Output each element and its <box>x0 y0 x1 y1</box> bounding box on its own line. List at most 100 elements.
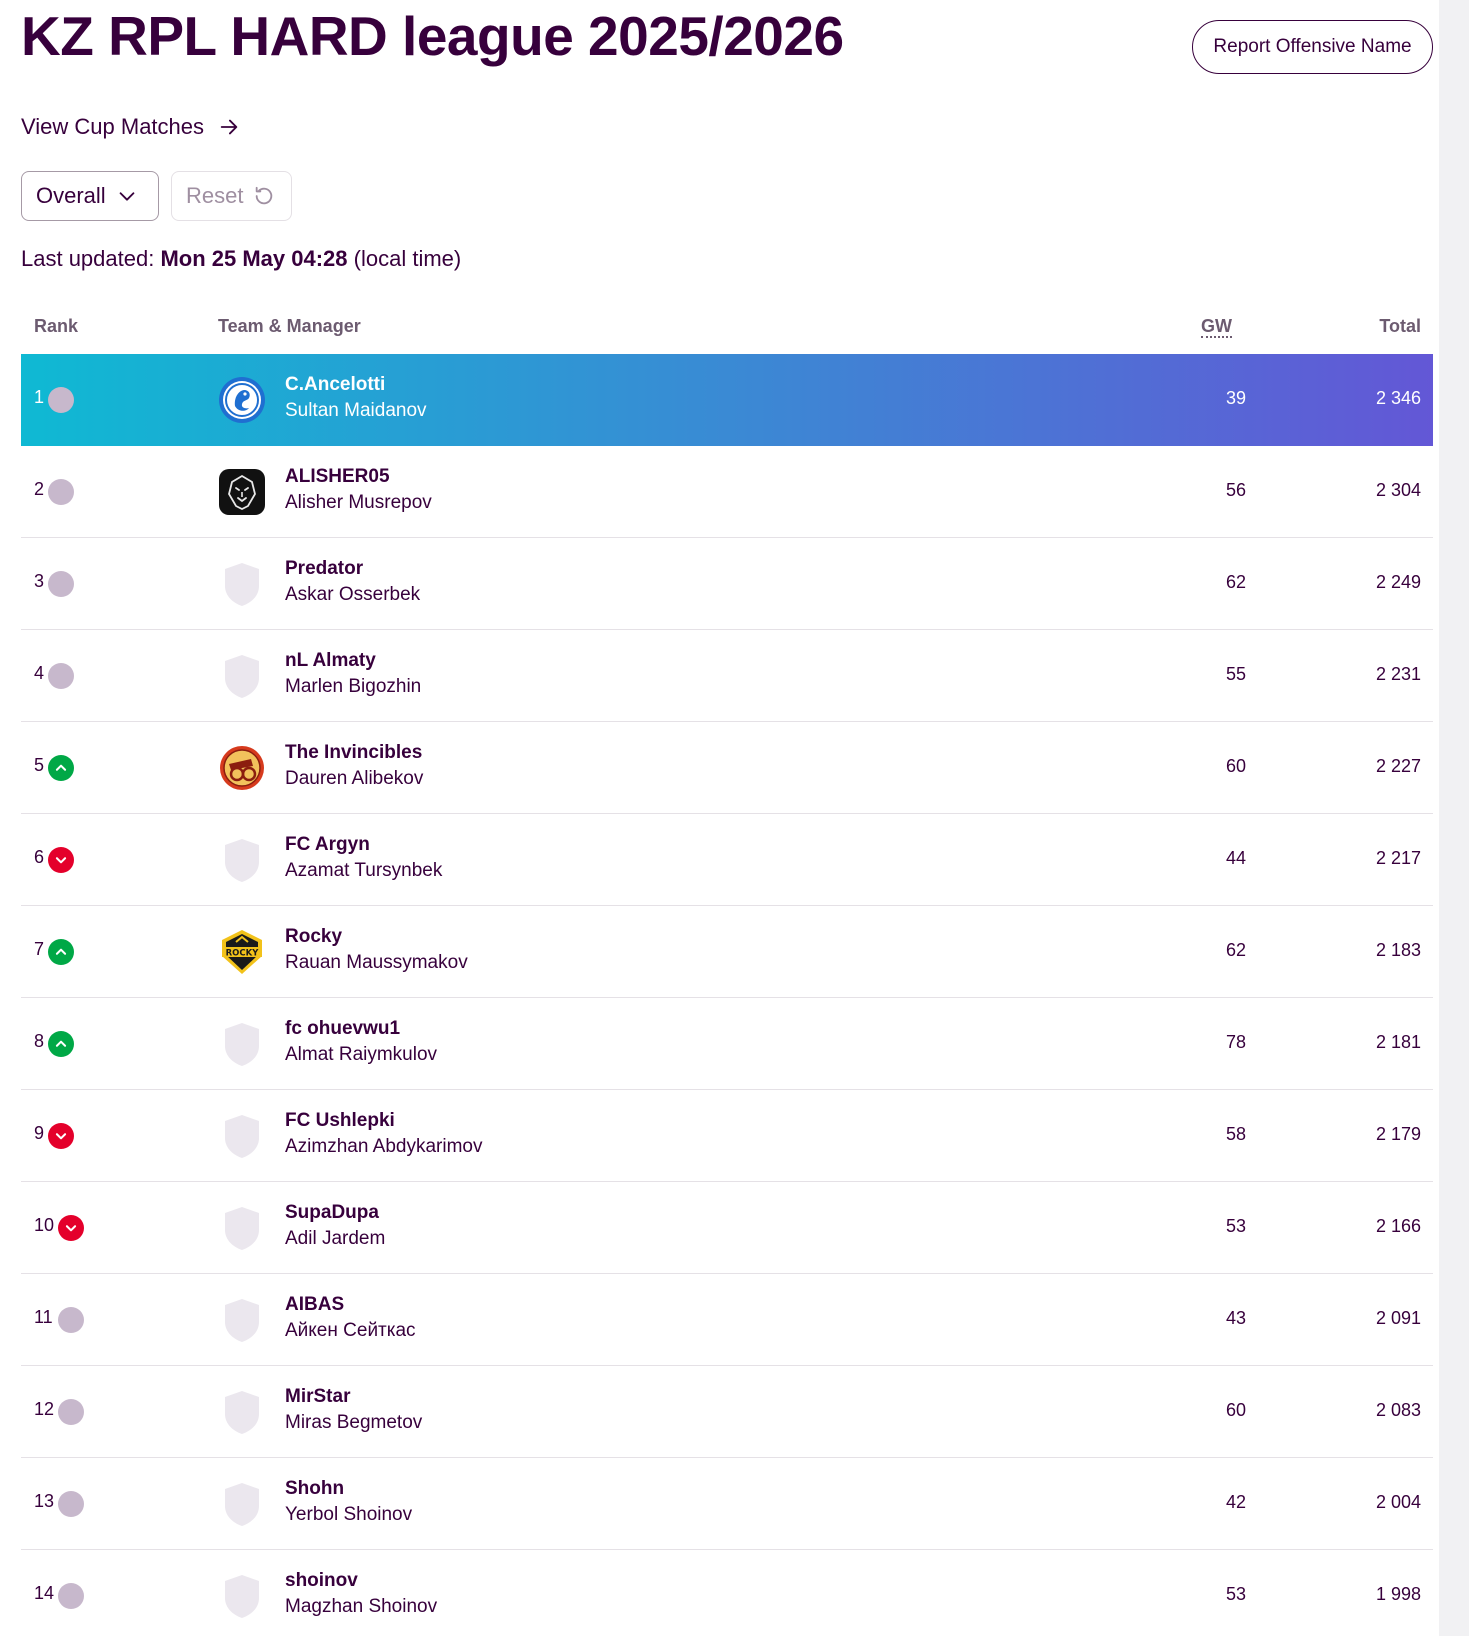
manager-name: Dauren Alibekov <box>285 768 424 789</box>
shield-placeholder-icon <box>218 1388 266 1436</box>
team-name-link[interactable]: The Invincibles <box>285 742 422 764</box>
team-name-link[interactable]: ALISHER05 <box>285 466 390 488</box>
scrollbar-track[interactable] <box>1439 0 1469 1636</box>
manager-name: Alisher Musrepov <box>285 492 432 513</box>
manager-name: Rauan Maussymakov <box>285 952 468 973</box>
team-name-link[interactable]: AIBAS <box>285 1294 344 1316</box>
last-updated-datetime: Mon 25 May 04:28 <box>160 246 348 271</box>
standings-row[interactable]: 13 Shohn Yerbol Shoinov 42 2 004 <box>21 1458 1433 1550</box>
shield-placeholder-icon <box>218 1112 266 1160</box>
manager-name: Yerbol Shoinov <box>285 1504 413 1525</box>
rocky-icon: ROCKY <box>218 928 266 976</box>
svg-text:ROCKY: ROCKY <box>226 949 260 959</box>
gameweek-points: 44 <box>1226 848 1247 868</box>
page-title: KZ RPL HARD league 2025/2026 <box>21 5 844 67</box>
column-header-total: Total <box>1379 316 1421 336</box>
standings-row[interactable]: 10 SupaDupa Adil Jardem 53 2 166 <box>21 1182 1433 1274</box>
rank-up-icon <box>48 755 74 781</box>
gameweek-points: 56 <box>1226 480 1247 500</box>
standings-row[interactable]: 7 ROCKY Rocky Rauan Maussymakov 62 2 183 <box>21 906 1433 998</box>
team-name-link[interactable]: shoinov <box>285 1570 358 1592</box>
lion-icon <box>218 468 266 516</box>
total-points: 2 004 <box>1375 1492 1421 1512</box>
team-name-link[interactable]: nL Almaty <box>285 650 376 672</box>
team-name-link[interactable]: FC Argyn <box>285 834 370 856</box>
manager-name: Adil Jardem <box>285 1228 386 1249</box>
standings-row[interactable]: 6 FC Argyn Azamat Tursynbek 44 2 217 <box>21 814 1433 906</box>
standings-row[interactable]: 9 FC Ushlepki Azimzhan Abdykarimov 58 2 179 <box>21 1090 1433 1182</box>
gameweek-points: 62 <box>1226 940 1247 960</box>
total-points: 2 249 <box>1375 572 1421 592</box>
column-header-gw[interactable]: GW <box>1201 316 1232 338</box>
rank-up-icon <box>48 939 74 965</box>
standings-row[interactable]: 12 MirStar Miras Begmetov 60 2 083 <box>21 1366 1433 1458</box>
rank-number: 12 <box>34 1399 55 1419</box>
team-name-link[interactable]: Predator <box>285 558 363 580</box>
rank-same-icon <box>48 663 74 689</box>
rank-number: 2 <box>34 479 45 499</box>
chevron-down-icon <box>119 192 135 201</box>
team-name-link[interactable]: FC Ushlepki <box>285 1110 395 1132</box>
manager-name: Azimzhan Abdykarimov <box>285 1136 483 1157</box>
rank-down-icon <box>58 1215 84 1241</box>
standings-row[interactable]: 14 shoinov Magzhan Shoinov 53 1 998 <box>21 1550 1433 1636</box>
shield-placeholder-icon <box>218 1296 266 1344</box>
team-name-link[interactable]: MirStar <box>285 1386 350 1408</box>
reset-button[interactable]: Reset <box>171 171 292 221</box>
view-cup-matches-link[interactable]: View Cup Matches <box>21 114 240 140</box>
shield-placeholder-icon <box>218 652 266 700</box>
rank-number: 8 <box>34 1031 45 1051</box>
rank-down-icon <box>48 1123 74 1149</box>
rank-up-icon <box>48 1031 74 1057</box>
manager-name: Askar Osserbek <box>285 584 421 605</box>
team-name-link[interactable]: Rocky <box>285 926 342 948</box>
manager-name: Magzhan Shoinov <box>285 1596 438 1617</box>
rank-same-icon <box>58 1307 84 1333</box>
rank-same-icon <box>48 479 74 505</box>
total-points: 2 227 <box>1375 756 1421 776</box>
gameweek-points: 53 <box>1226 1584 1247 1604</box>
team-name-link[interactable]: fc ohuevwu1 <box>285 1018 400 1040</box>
standings-row[interactable]: 2 ALISHER05 Alisher Musrepov 56 2 304 <box>21 446 1433 538</box>
rank-number: 9 <box>34 1123 45 1143</box>
rank-number: 3 <box>34 571 45 591</box>
phase-select-dropdown[interactable]: Overall <box>21 171 159 221</box>
rank-number: 7 <box>34 939 45 959</box>
crest-icon <box>218 376 266 424</box>
last-updated-prefix: Last updated: <box>21 246 161 271</box>
rank-same-icon <box>58 1583 84 1609</box>
rank-number: 10 <box>34 1215 55 1235</box>
team-name-link[interactable]: SupaDupa <box>285 1202 379 1224</box>
rank-number: 1 <box>34 387 45 407</box>
gameweek-points: 39 <box>1226 388 1247 408</box>
manager-name: Azamat Tursynbek <box>285 860 443 881</box>
report-offensive-name-button[interactable]: Report Offensive Name <box>1192 20 1433 74</box>
standings-row[interactable]: 11 AIBAS Айкен Сейткас 43 2 091 <box>21 1274 1433 1366</box>
rank-number: 14 <box>34 1583 55 1603</box>
shield-placeholder-icon <box>218 1572 266 1620</box>
total-points: 2 217 <box>1375 848 1421 868</box>
rank-same-icon <box>58 1399 84 1425</box>
total-points: 2 181 <box>1375 1032 1421 1052</box>
standings-row[interactable]: 3 Predator Askar Osserbek 62 2 249 <box>21 538 1433 630</box>
standings-row[interactable]: 4 nL Almaty Marlen Bigozhin 55 2 231 <box>21 630 1433 722</box>
gameweek-points: 53 <box>1226 1216 1247 1236</box>
total-points: 2 346 <box>1375 388 1421 408</box>
manager-name: Miras Begmetov <box>285 1412 423 1433</box>
standings-row[interactable]: 1 C.Ancelotti Sultan Maidanov 39 2 346 <box>21 354 1433 446</box>
gameweek-points: 60 <box>1226 756 1247 776</box>
manager-name: Sultan Maidanov <box>285 400 427 421</box>
team-name-link[interactable]: C.Ancelotti <box>285 374 385 396</box>
rank-number: 4 <box>34 663 45 683</box>
total-points: 2 179 <box>1375 1124 1421 1144</box>
shield-placeholder-icon <box>218 836 266 884</box>
rank-number: 11 <box>34 1307 53 1327</box>
team-name-link[interactable]: Shohn <box>285 1478 344 1500</box>
standings-row[interactable]: 5 The Invincibles Dauren Alibekov 60 2 227 <box>21 722 1433 814</box>
standings-table-header: Rank Team & Manager GW Total <box>21 310 1433 348</box>
gameweek-points: 60 <box>1226 1400 1247 1420</box>
total-points: 1 998 <box>1375 1584 1421 1604</box>
shield-placeholder-icon <box>218 560 266 608</box>
standings-row[interactable]: 8 fc ohuevwu1 Almat Raiymkulov 78 2 181 <box>21 998 1433 1090</box>
column-header-rank: Rank <box>34 316 79 336</box>
